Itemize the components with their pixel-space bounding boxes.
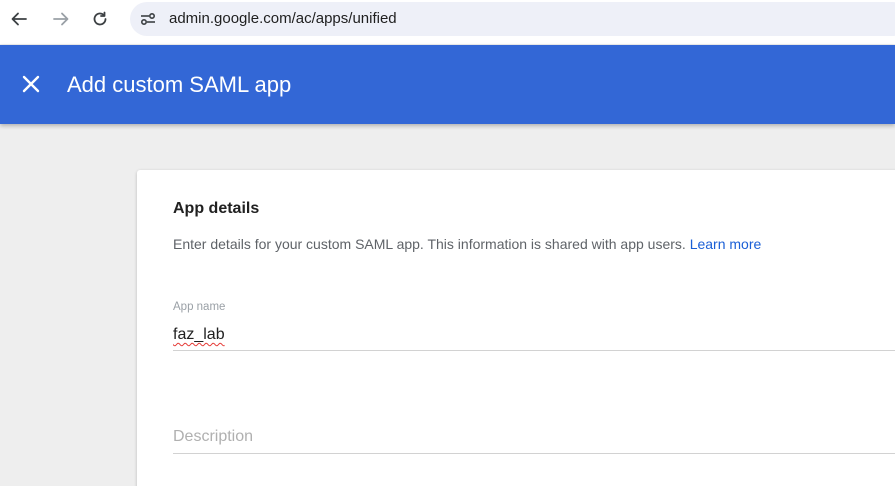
back-arrow-icon[interactable] [6, 6, 32, 32]
forward-arrow-icon[interactable] [48, 6, 74, 32]
description-underline [173, 453, 895, 454]
app-name-input[interactable]: faz_lab [173, 326, 225, 344]
close-icon[interactable] [20, 73, 42, 95]
section-description-text: Enter details for your custom SAML app. … [173, 236, 690, 252]
app-header: Add custom SAML app [0, 45, 895, 124]
app-name-underline [173, 350, 895, 351]
address-bar[interactable]: admin.google.com/ac/apps/unified [130, 2, 895, 36]
app-name-value: faz_lab [173, 326, 225, 343]
description-placeholder: Description [173, 428, 254, 445]
app-details-card: App details Enter details for your custo… [137, 170, 895, 486]
url-text[interactable]: admin.google.com/ac/apps/unified [169, 10, 397, 27]
site-settings-icon[interactable] [140, 11, 156, 27]
page-title: Add custom SAML app [67, 72, 292, 97]
section-title: App details [173, 200, 260, 217]
browser-toolbar: admin.google.com/ac/apps/unified [0, 0, 895, 44]
reload-icon[interactable] [87, 6, 113, 32]
app-name-label: App name [173, 301, 226, 313]
learn-more-link[interactable]: Learn more [690, 236, 762, 252]
description-input[interactable]: Description [173, 428, 895, 454]
section-description: Enter details for your custom SAML app. … [173, 236, 761, 252]
